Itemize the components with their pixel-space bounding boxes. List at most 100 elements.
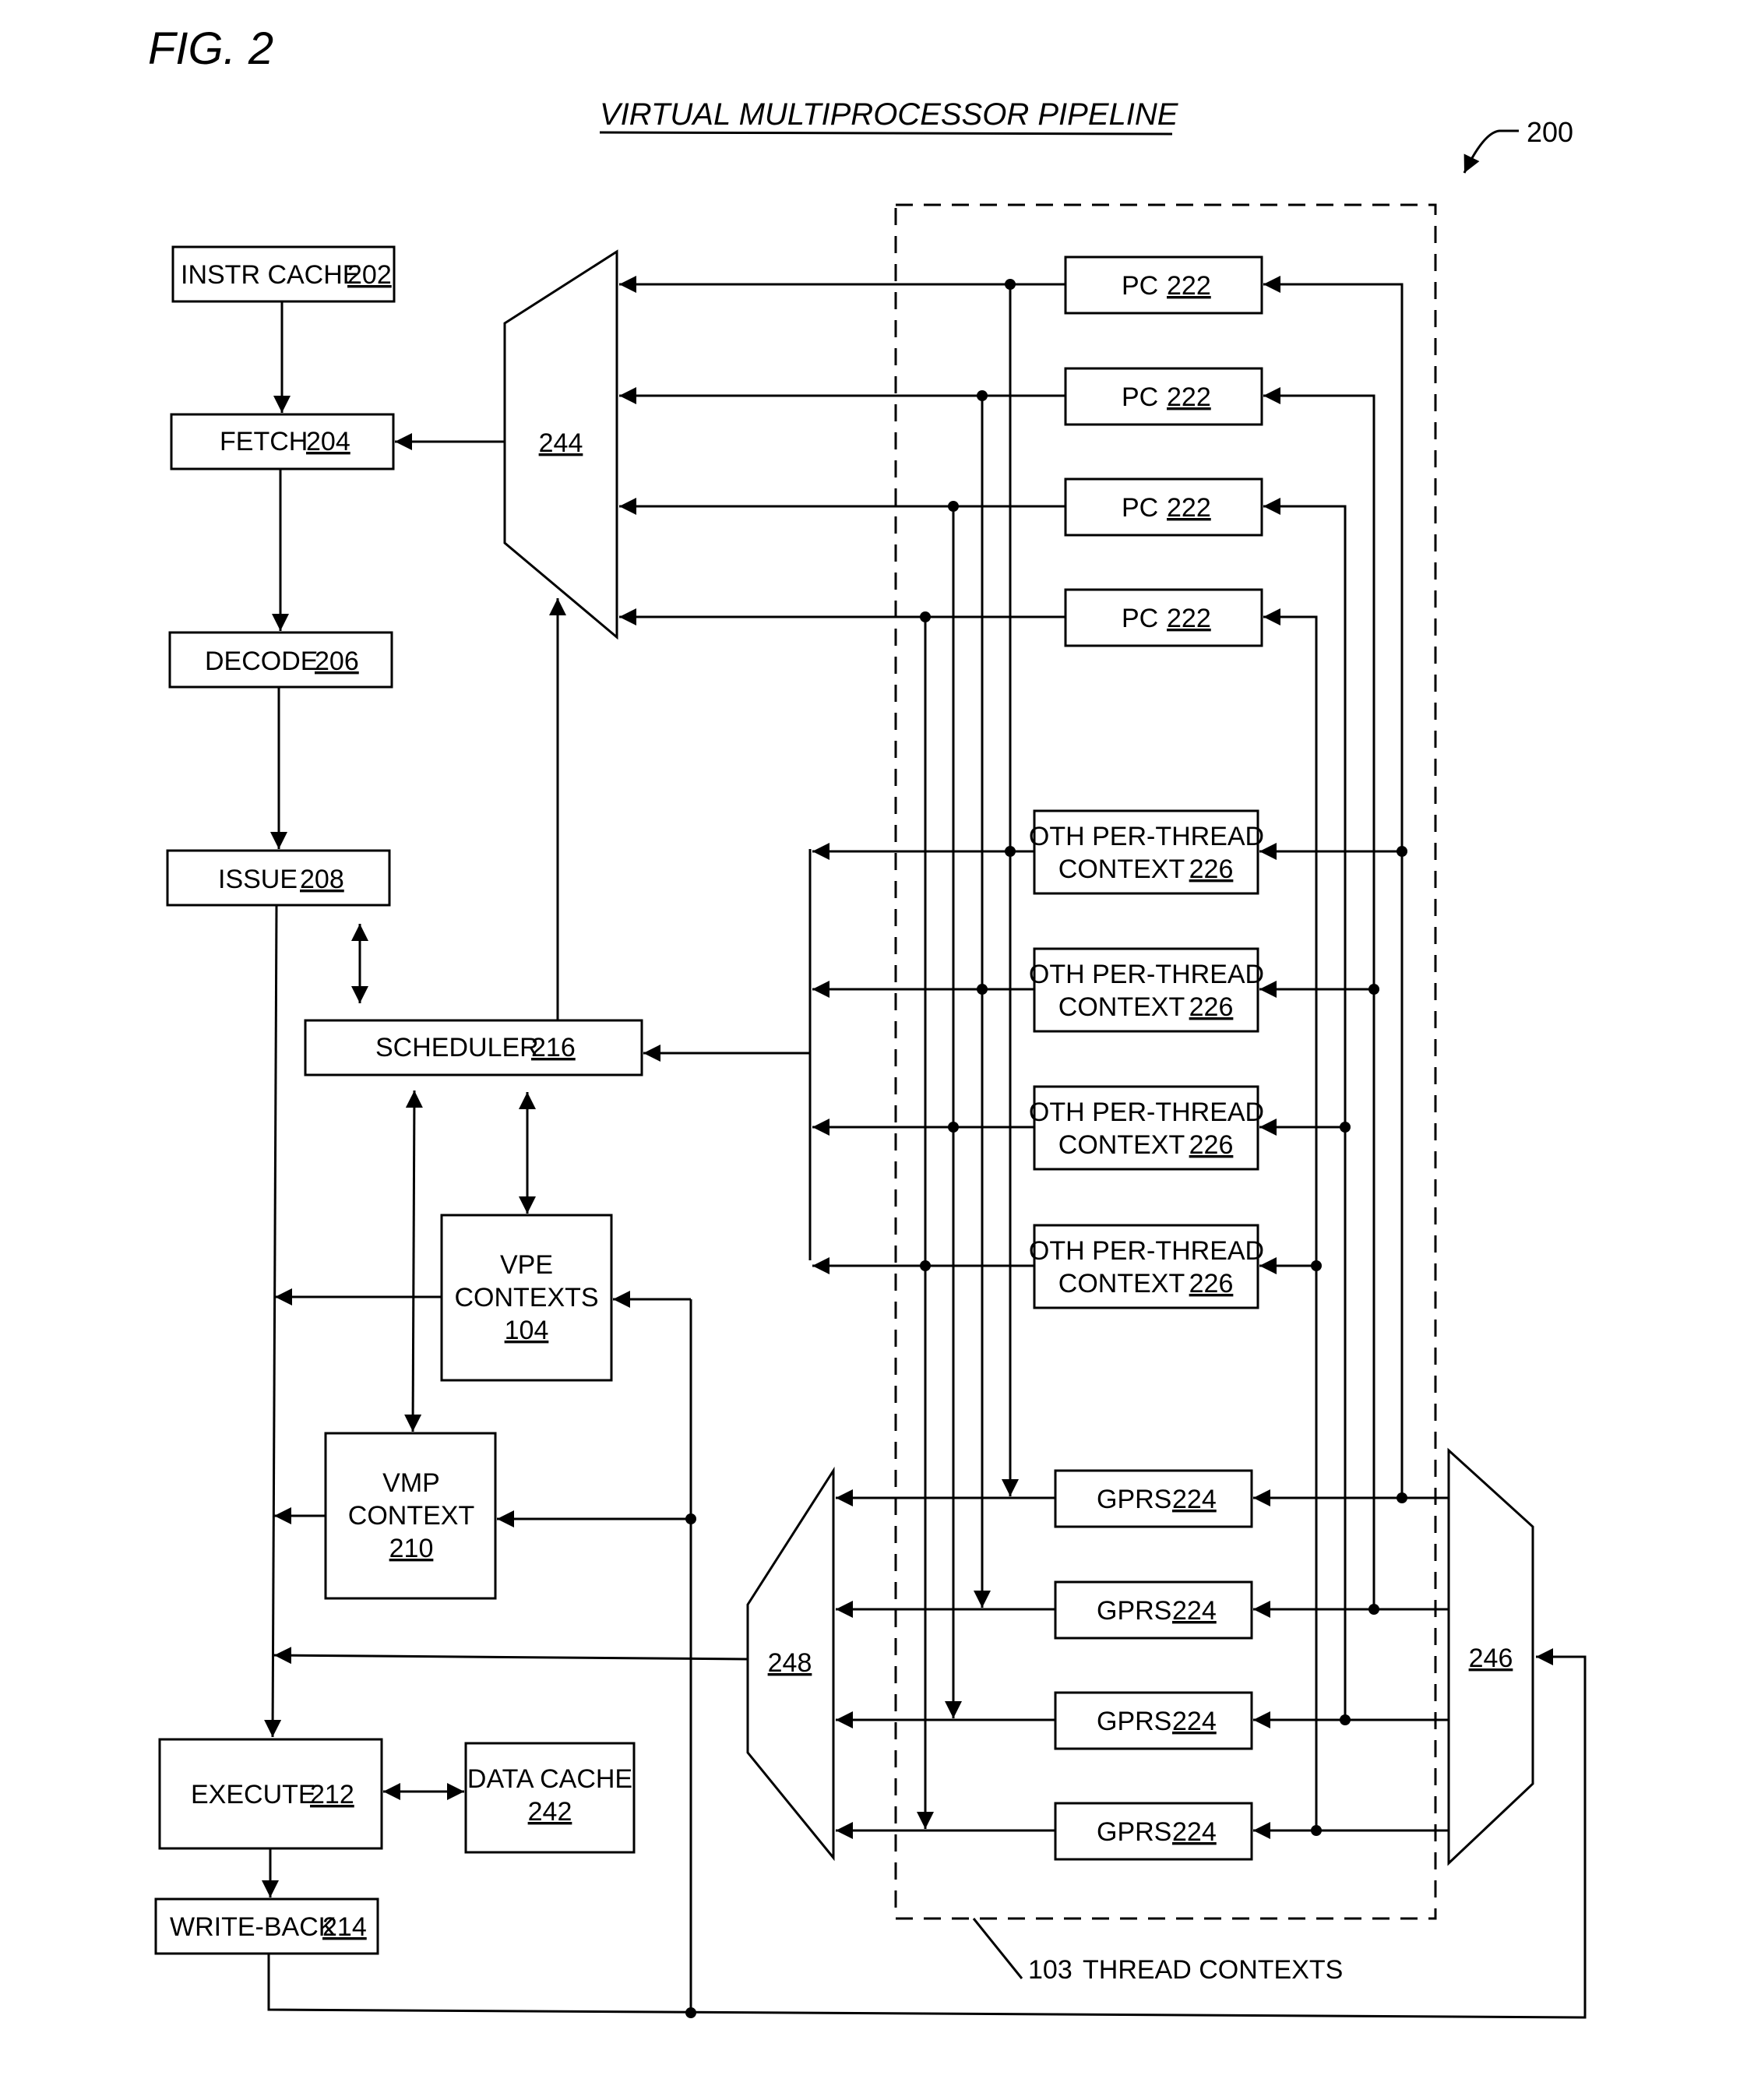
junction-dot	[948, 1122, 959, 1133]
oth-ref: 226	[1189, 854, 1234, 884]
vpe-contexts-block: VPE CONTEXTS 104	[440, 1214, 613, 1382]
mux-244-ref: 244	[539, 428, 583, 458]
oth-per-thread-context-block: OTH PER-THREAD CONTEXT 226	[1029, 1224, 1264, 1309]
gprs-label: GPRS	[1097, 1485, 1171, 1514]
issue-label: ISSUE	[218, 865, 298, 894]
gprs-label: GPRS	[1097, 1707, 1171, 1736]
issue-block: ISSUE 208	[166, 849, 391, 907]
feed-to-pc-line	[1263, 387, 1375, 1609]
oth-line1: OTH PER-THREAD	[1029, 1098, 1264, 1127]
junction-dot	[1340, 1122, 1351, 1133]
feed-to-pc-line	[1263, 276, 1404, 1498]
thread-contexts-boundary	[894, 203, 1437, 1920]
mux-246: 246	[1447, 1447, 1534, 1866]
vpe-line1: VPE	[500, 1250, 553, 1280]
oth-line2: CONTEXT	[1058, 1269, 1185, 1298]
arrow-mux248-pipe	[273, 1647, 748, 1665]
scheduler-block: SCHEDULER 216	[304, 1019, 643, 1076]
fetch-ref: 204	[306, 427, 350, 456]
pc-ref: 222	[1167, 493, 1211, 523]
junction-dot	[685, 1513, 696, 1524]
oth-line1: OTH PER-THREAD	[1029, 960, 1264, 989]
instr-cache-block: INSTR CACHE 202	[171, 245, 396, 303]
junction-dot	[1340, 1714, 1351, 1725]
oth-line2: CONTEXT	[1058, 854, 1185, 884]
gprs-block: GPRS 224	[1054, 1802, 1253, 1861]
feed-to-pc-line	[1263, 498, 1347, 1720]
pc-block: PC 222	[1064, 255, 1263, 315]
oth-line2: CONTEXT	[1058, 992, 1185, 1022]
gprs-ref: 224	[1172, 1485, 1217, 1514]
data-cache-label: DATA CACHE	[467, 1764, 632, 1794]
gprs-rows: GPRS 224GPRS 224GPRS 224GPRS 224	[836, 1469, 1449, 1861]
data-cache-block: DATA CACHE 242	[464, 1742, 636, 1854]
scheduler-ref: 216	[531, 1033, 576, 1062]
pipeline-diagram: FIG. 2 VIRTUAL MULTIPROCESSOR PIPELINE 2…	[148, 23, 1587, 2019]
write-back-block: WRITE-BACK 214	[154, 1897, 379, 1955]
arrow-scheduler-vmp	[404, 1090, 423, 1432]
junction-dot	[1368, 984, 1379, 995]
pc-label: PC	[1122, 604, 1158, 633]
gprs-label: GPRS	[1097, 1817, 1171, 1847]
figure-ref-arrow	[1463, 129, 1519, 174]
junction-dot	[1397, 1492, 1407, 1503]
mux-246-ref: 246	[1469, 1644, 1513, 1673]
fetch-block: FETCH 204	[170, 413, 395, 470]
junction-dot	[1397, 846, 1407, 857]
instr-cache-label: INSTR CACHE	[181, 260, 360, 290]
vmp-line1: VMP	[382, 1468, 440, 1498]
thread-contexts-leader	[972, 1918, 1023, 1979]
junction-dot	[685, 2007, 696, 2018]
pc-block: PC 222	[1064, 588, 1263, 647]
junction-dot	[920, 611, 931, 622]
thread-contexts-ref: 103	[1028, 1955, 1073, 1985]
junction-dot	[1311, 1825, 1322, 1836]
oth-per-thread-context-block: OTH PER-THREAD CONTEXT 226	[1029, 1085, 1264, 1171]
execute-ref: 212	[310, 1780, 354, 1809]
junction-dot	[1005, 279, 1016, 290]
pc-label: PC	[1122, 493, 1158, 523]
oth-ref: 226	[1189, 992, 1234, 1022]
junction-dot	[1005, 846, 1016, 857]
pc-ref: 222	[1167, 382, 1211, 412]
junction-dot	[977, 984, 988, 995]
title-underline	[599, 131, 1173, 136]
fetch-label: FETCH	[220, 427, 308, 456]
oth-line2: CONTEXT	[1058, 1130, 1185, 1160]
mux-248-ref: 248	[768, 1648, 812, 1678]
oth-rows: OTH PER-THREADCONTEXT 226OTH PER-THREADCO…	[812, 809, 1407, 1309]
gprs-block: GPRS 224	[1054, 1469, 1253, 1528]
junction-dot	[977, 390, 988, 401]
junction-dot	[920, 1260, 931, 1271]
junction-dot	[948, 501, 959, 512]
gprs-block: GPRS 224	[1054, 1691, 1253, 1750]
instr-cache-ref: 202	[347, 260, 392, 290]
figure-title: VIRTUAL MULTIPROCESSOR PIPELINE	[600, 97, 1179, 132]
pc-ref: 222	[1167, 604, 1211, 633]
arrow-issue-execute	[264, 904, 282, 1738]
pc-label: PC	[1122, 271, 1158, 301]
write-back-label: WRITE-BACK	[170, 1912, 336, 1942]
junction-dot	[1311, 1260, 1322, 1271]
feed-to-pc-line	[1263, 608, 1318, 1830]
gprs-label: GPRS	[1097, 1596, 1171, 1626]
vmp-ref: 210	[389, 1534, 434, 1563]
oth-ref: 226	[1189, 1269, 1234, 1298]
write-back-ref: 214	[322, 1912, 367, 1942]
figure-number: FIG. 2	[148, 23, 273, 74]
data-cache-ref: 242	[528, 1797, 572, 1827]
oth-per-thread-context-block: OTH PER-THREAD CONTEXT 226	[1029, 947, 1264, 1033]
vmp-context-block: VMP CONTEXT 210	[324, 1432, 497, 1600]
pc-rows: PC 222 PC 222 PC 222 PC 222	[619, 255, 1404, 1830]
gprs-block: GPRS 224	[1054, 1580, 1253, 1640]
decode-block: DECODE 206	[168, 631, 393, 689]
gprs-ref: 224	[1172, 1707, 1217, 1736]
execute-block: EXECUTE 212	[158, 1738, 383, 1850]
scheduler-label: SCHEDULER	[375, 1033, 539, 1062]
oth-ref: 226	[1189, 1130, 1234, 1160]
oth-line1: OTH PER-THREAD	[1029, 822, 1264, 851]
decode-ref: 206	[315, 647, 359, 676]
decode-label: DECODE	[205, 647, 318, 676]
gprs-ref: 224	[1172, 1817, 1217, 1847]
junction-dot	[1368, 1604, 1379, 1615]
